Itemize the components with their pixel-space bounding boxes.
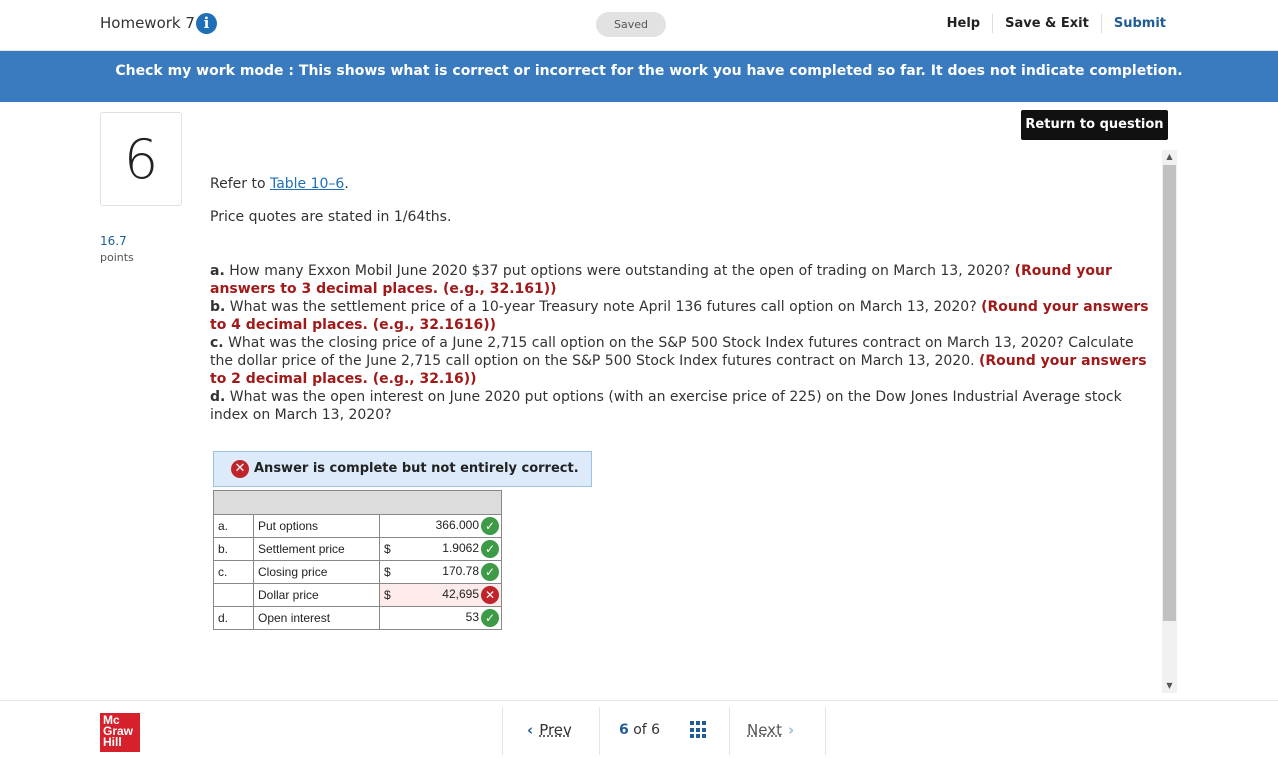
- row-value-cell[interactable]: 53 ✓: [405, 606, 502, 630]
- table-row: d. Open interest 53 ✓: [213, 606, 502, 630]
- top-bar: Homework 7 i Saved Help Save & Exit Subm…: [0, 0, 1278, 51]
- chevron-left-icon: ‹: [527, 721, 534, 739]
- submit-button[interactable]: Submit: [1100, 14, 1166, 33]
- page-of: of: [633, 722, 647, 738]
- answer-status-box: ✕ Answer is complete but not entirely co…: [213, 451, 592, 487]
- total-pages: 6: [651, 722, 661, 738]
- price-quotes-note: Price quotes are stated in 1/64ths.: [210, 209, 452, 225]
- top-actions: Help Save & Exit Submit: [935, 14, 1166, 33]
- question-content: Refer to Table 10–6. Price quotes are st…: [210, 176, 1155, 424]
- row-currency: $: [379, 583, 406, 607]
- row-currency: [379, 606, 406, 630]
- row-value[interactable]: 42,695: [442, 587, 479, 601]
- assignment-title: Homework 7: [100, 14, 195, 32]
- table-link[interactable]: Table 10–6: [270, 176, 344, 192]
- help-button[interactable]: Help: [935, 14, 992, 33]
- refer-prefix: Refer to: [210, 176, 270, 192]
- nav-divider: [599, 707, 600, 755]
- row-currency: [379, 514, 406, 538]
- scroll-down-arrow-icon[interactable]: ▼: [1162, 679, 1177, 693]
- part-d: d. What was the open interest on June 20…: [210, 388, 1155, 424]
- table-header-cell: [213, 490, 502, 515]
- row-value-cell[interactable]: 42,695 ✕: [405, 583, 502, 607]
- footer: Mc Graw Hill ‹ Prev 6 of 6 Next ›: [0, 700, 1278, 759]
- row-letter: d.: [213, 606, 254, 630]
- mcgraw-hill-logo: Mc Graw Hill: [100, 713, 140, 752]
- question-number: 6: [123, 128, 159, 191]
- nav-divider: [729, 707, 730, 755]
- scroll-up-arrow-icon[interactable]: ▲: [1162, 150, 1177, 164]
- scrollbar-thumb[interactable]: [1163, 165, 1176, 621]
- grid-view-icon[interactable]: [690, 721, 708, 739]
- return-to-question-button[interactable]: Return to question: [1021, 110, 1168, 140]
- row-label: Dollar price: [253, 583, 380, 607]
- row-label: Open interest: [253, 606, 380, 630]
- next-label: Next: [747, 721, 782, 739]
- row-letter: [213, 583, 254, 607]
- row-value[interactable]: 366.000: [436, 518, 479, 532]
- table-row: c. Closing price $ 170.78 ✓: [213, 560, 502, 584]
- row-value[interactable]: 53: [466, 610, 479, 624]
- logo-line: Hill: [103, 735, 122, 749]
- points-value: 16.7: [100, 234, 127, 248]
- row-label: Closing price: [253, 560, 380, 584]
- page-indicator: 6 of 6: [619, 722, 660, 738]
- part-c-label: c.: [210, 335, 224, 351]
- row-value-cell[interactable]: 1.9062 ✓: [405, 537, 502, 561]
- answer-table: a. Put options 366.000 ✓ b. Settlement pr…: [213, 490, 502, 630]
- part-b-text: What was the settlement price of a 10-ye…: [225, 299, 982, 315]
- question-navigation: ‹ Prev 6 of 6 Next ›: [502, 707, 826, 755]
- incorrect-x-icon: ✕: [481, 586, 499, 604]
- part-b-label: b.: [210, 299, 226, 315]
- row-currency: $: [379, 537, 406, 561]
- row-letter: a.: [213, 514, 254, 538]
- check-mode-banner: Check my work mode : This shows what is …: [0, 51, 1278, 102]
- question-number-box: 6: [100, 112, 182, 206]
- part-b: b. What was the settlement price of a 10…: [210, 298, 1155, 334]
- table-row: a. Put options 366.000 ✓: [213, 514, 502, 538]
- checkmark-icon: ✓: [481, 540, 499, 558]
- row-label: Settlement price: [253, 537, 380, 561]
- refer-line: Refer to Table 10–6.: [210, 176, 1155, 192]
- row-currency: $: [379, 560, 406, 584]
- row-letter: b.: [213, 537, 254, 561]
- next-button[interactable]: Next ›: [747, 721, 800, 739]
- part-a: a. How many Exxon Mobil June 2020 $37 pu…: [210, 262, 1155, 298]
- row-letter: c.: [213, 560, 254, 584]
- table-row: b. Settlement price $ 1.9062 ✓: [213, 537, 502, 561]
- table-row: Dollar price $ 42,695 ✕: [213, 583, 502, 607]
- part-a-text: How many Exxon Mobil June 2020 $37 put o…: [224, 263, 1015, 279]
- points-label: points: [100, 251, 134, 264]
- current-page: 6: [619, 722, 629, 738]
- saved-status-badge: Saved: [596, 12, 666, 37]
- info-icon[interactable]: i: [196, 13, 217, 34]
- row-value-cell[interactable]: 170.78 ✓: [405, 560, 502, 584]
- row-value[interactable]: 1.9062: [442, 541, 479, 555]
- incorrect-icon: ✕: [231, 460, 249, 478]
- question-parts: a. How many Exxon Mobil June 2020 $37 pu…: [210, 262, 1155, 424]
- checkmark-icon: ✓: [481, 563, 499, 581]
- prev-label: Prev: [539, 721, 572, 739]
- row-value-cell[interactable]: 366.000 ✓: [405, 514, 502, 538]
- save-exit-button[interactable]: Save & Exit: [992, 14, 1101, 33]
- checkmark-icon: ✓: [481, 517, 499, 535]
- part-a-label: a.: [210, 263, 225, 279]
- part-c: c. What was the closing price of a June …: [210, 334, 1155, 388]
- row-value[interactable]: 170.78: [442, 564, 479, 578]
- checkmark-icon: ✓: [481, 609, 499, 627]
- part-d-label: d.: [210, 389, 226, 405]
- part-d-text: What was the open interest on June 2020 …: [210, 389, 1122, 423]
- row-label: Put options: [253, 514, 380, 538]
- refer-suffix: .: [344, 176, 349, 192]
- answer-status-message: Answer is complete but not entirely corr…: [254, 461, 579, 476]
- table-header-row: [213, 490, 502, 515]
- prev-button[interactable]: ‹ Prev: [521, 721, 572, 739]
- chevron-right-icon: ›: [787, 721, 795, 739]
